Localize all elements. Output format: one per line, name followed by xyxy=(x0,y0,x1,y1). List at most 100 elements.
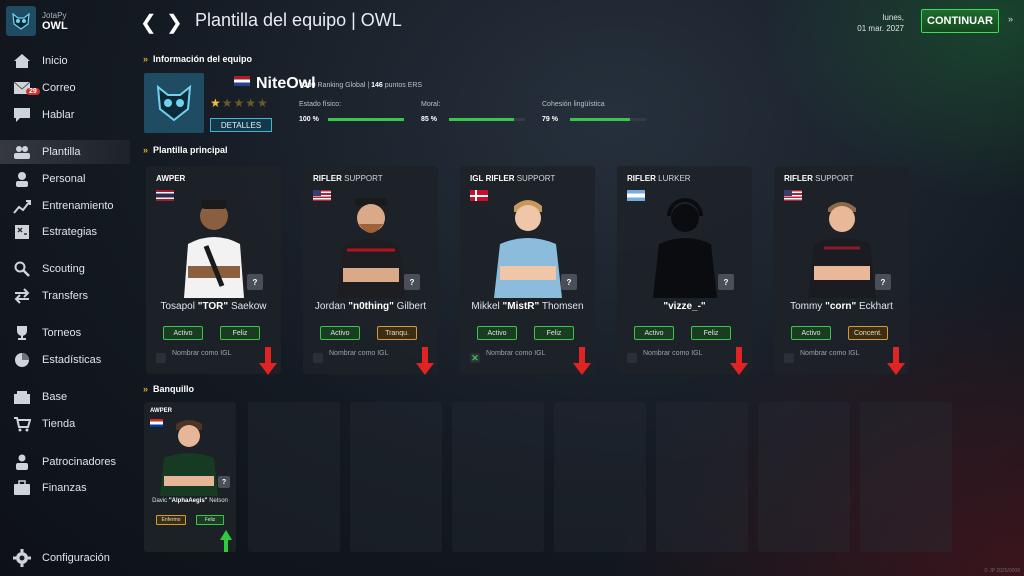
stat-value-moral: 85 % xyxy=(421,116,437,123)
bench-slot-empty[interactable] xyxy=(452,402,544,552)
sidebar-item-plantilla[interactable]: Plantilla xyxy=(0,140,130,164)
points-number: 146 xyxy=(371,82,383,89)
bench-slot-empty[interactable] xyxy=(248,402,340,552)
last-name: Thomsen xyxy=(541,301,584,312)
player-roles: RIFLER SUPPORT xyxy=(313,174,383,183)
sidebar-item-label: Configuración xyxy=(42,552,110,564)
stat-label-cohesion: Cohesión lingüística xyxy=(542,101,605,108)
sidebar-item-finanzas[interactable]: Finanzas xyxy=(0,476,130,500)
mood-badge: Feliz xyxy=(196,515,224,525)
sidebar-item-patrocinadores[interactable]: Patrocinadores xyxy=(0,450,130,474)
chart-icon xyxy=(12,197,32,215)
igl-checkbox[interactable] xyxy=(784,353,794,363)
pie-icon xyxy=(12,351,32,369)
sidebar-item-entrenamiento[interactable]: Entrenamiento xyxy=(0,194,130,218)
continue-button[interactable]: CONTINUAR xyxy=(921,9,999,33)
bench-slot-empty[interactable] xyxy=(860,402,952,552)
player-portrait xyxy=(808,202,876,298)
help-button[interactable]: ? xyxy=(218,476,230,488)
help-button[interactable]: ? xyxy=(561,274,577,290)
move-to-bench-arrow-icon[interactable] xyxy=(416,347,434,375)
details-button[interactable]: DETALLES xyxy=(210,118,272,132)
sidebar-item-hablar[interactable]: Hablar xyxy=(0,103,130,127)
help-button[interactable]: ? xyxy=(247,274,263,290)
player-card[interactable]: RIFLER SUPPORT ? Tommy "corn" Eckhart Ac… xyxy=(774,166,909,375)
usa-flag-icon xyxy=(784,190,802,201)
sidebar-item-label: Hablar xyxy=(42,109,75,121)
sidebar-item-transfers[interactable]: Transfers xyxy=(0,284,130,308)
stat-bar-fill xyxy=(570,118,631,121)
primary-role: RIFLER xyxy=(485,174,515,183)
base-icon xyxy=(12,388,32,406)
sidebar-item-estrategias[interactable]: Estrategias xyxy=(0,220,130,244)
bench-slot-empty[interactable] xyxy=(554,402,646,552)
status-badge: Enfermo xyxy=(156,515,186,525)
sidebar-item-label: Base xyxy=(42,391,68,403)
igl-checkbox-checked[interactable]: ✕ xyxy=(470,353,480,363)
move-to-roster-arrow-icon[interactable] xyxy=(220,530,232,552)
sidebar-item-label: Estrategias xyxy=(42,226,98,238)
denmark-flag-icon xyxy=(470,190,488,201)
move-to-bench-arrow-icon[interactable] xyxy=(730,347,748,375)
forward-arrow-icon[interactable]: ❯ xyxy=(166,10,183,35)
page-title: Plantilla del equipo | OWL xyxy=(195,10,402,30)
last-name: Eckhart xyxy=(859,301,893,312)
sidebar-item-configuracion[interactable]: Configuración xyxy=(0,546,130,570)
sidebar-item-torneos[interactable]: Torneos xyxy=(0,321,130,345)
igl-label: Nombrar como IGL xyxy=(329,350,389,357)
stat-bar-fisico xyxy=(328,118,404,121)
status-badge: Activo xyxy=(634,326,674,340)
briefcase-icon xyxy=(12,479,32,497)
igl-checkbox[interactable] xyxy=(156,353,166,363)
continue-arrow-icon[interactable]: » xyxy=(1008,14,1013,24)
app-brand[interactable]: JotaPy OWL xyxy=(6,6,68,36)
player-card[interactable]: AWPER ? Tosapol "TOR" Saekow Activo Feli… xyxy=(146,166,281,375)
game-date: lunes, 01 mar. 2027 xyxy=(840,12,904,34)
sidebar-item-personal[interactable]: Personal xyxy=(0,167,130,191)
player-card[interactable]: IGL RIFLER SUPPORT ? Mikkel "MistR" Thom… xyxy=(460,166,595,375)
move-to-bench-arrow-icon[interactable] xyxy=(259,347,277,375)
rank-text: Ranking Global | xyxy=(317,82,370,89)
player-roles: RIFLER LURKER xyxy=(627,174,691,183)
sidebar-item-tienda[interactable]: Tienda xyxy=(0,412,130,436)
back-arrow-icon[interactable]: ❮ xyxy=(140,10,157,35)
igl-checkbox[interactable] xyxy=(313,353,323,363)
last-name: Saekow xyxy=(230,301,267,312)
move-to-bench-arrow-icon[interactable] xyxy=(573,347,591,375)
sidebar-item-scouting[interactable]: Scouting xyxy=(0,257,130,281)
bench-slot-empty[interactable] xyxy=(758,402,850,552)
help-button[interactable]: ? xyxy=(404,274,420,290)
nickname: "n0thing" xyxy=(348,301,394,312)
bench-player-card[interactable]: AWPER ? Davic "AlphaAegis" Nelson Enferm… xyxy=(144,402,236,552)
sidebar-item-label: Transfers xyxy=(42,290,89,302)
secondary-role: SUPPORT xyxy=(344,174,383,183)
stat-bar-cohesion xyxy=(570,118,646,121)
help-button[interactable]: ? xyxy=(875,274,891,290)
igl-label: Nombrar como IGL xyxy=(486,350,546,357)
app-subtitle: JotaPy xyxy=(42,10,67,20)
sidebar-item-base[interactable]: Base xyxy=(0,385,130,409)
sidebar-item-estadisticas[interactable]: Estadísticas xyxy=(0,348,130,372)
trophy-icon xyxy=(12,324,32,342)
bench-slot-empty[interactable] xyxy=(350,402,442,552)
first-name: Mikkel xyxy=(471,301,500,312)
player-card[interactable]: RIFLER SUPPORT ? Jordan "n0thing" Gilber… xyxy=(303,166,438,375)
help-button[interactable]: ? xyxy=(718,274,734,290)
igl-label: Nombrar como IGL xyxy=(172,350,232,357)
nickname: "AlphaAegis" xyxy=(168,498,208,504)
first-name: Tosapol xyxy=(160,301,195,312)
move-to-bench-arrow-icon[interactable] xyxy=(887,347,905,375)
last-name: Nelson xyxy=(209,498,228,504)
player-card[interactable]: RIFLER LURKER ? "vizze_-" Activo Feliz N… xyxy=(617,166,752,375)
sidebar-item-correo[interactable]: 29 Correo xyxy=(0,76,130,100)
secondary-role: SUPPORT xyxy=(815,174,854,183)
team-info-heading: » Información del equipo xyxy=(143,54,253,64)
igl-checkbox[interactable] xyxy=(627,353,637,363)
primary-role: RIFLER xyxy=(313,174,342,183)
team-ranking: #200 Ranking Global | 146 puntos ERS xyxy=(300,82,422,89)
bench-slot-empty[interactable] xyxy=(656,402,748,552)
player-portrait xyxy=(337,198,405,298)
sidebar-item-inicio[interactable]: Inicio xyxy=(0,49,130,73)
app-title: OWL xyxy=(42,19,68,32)
sidebar-item-label: Correo xyxy=(42,82,76,94)
